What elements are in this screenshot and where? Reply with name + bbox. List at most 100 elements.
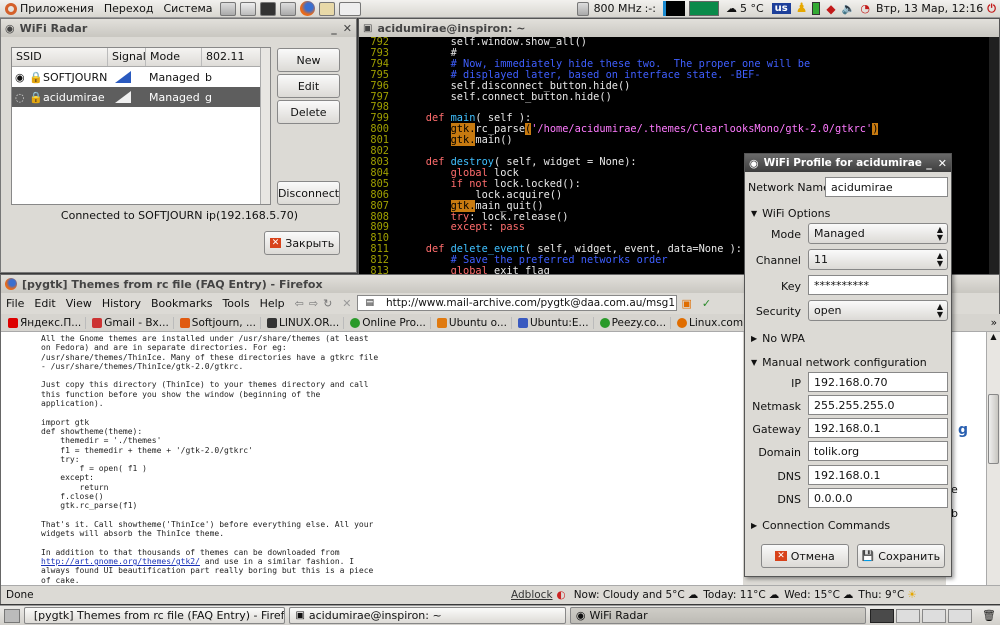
netmask-field[interactable]: 255.255.255.0	[808, 395, 948, 415]
cancel-button[interactable]: ✕ Отмена	[761, 544, 849, 568]
mode-select[interactable]: Managed ▲ ▼	[808, 223, 948, 244]
menu-applications[interactable]: Приложения	[0, 2, 99, 15]
gnome-themes-link[interactable]: http://art.gnome.org/themes/gtk2/	[41, 557, 200, 566]
scroll-thumb[interactable]	[988, 394, 999, 464]
mail-launcher-icon[interactable]	[239, 1, 256, 16]
menu-file[interactable]: File	[1, 297, 29, 310]
page-content[interactable]: All the Gnome themes are installed under…	[1, 332, 743, 585]
system-monitor-graph[interactable]	[662, 1, 685, 16]
volume-icon[interactable]: 🔈	[842, 2, 856, 15]
battery-graph[interactable]	[688, 1, 719, 16]
firefox-launcher-icon[interactable]	[299, 1, 315, 16]
taskbar-terminal[interactable]: ▣ acidumirae@inspiron: ~	[289, 607, 566, 624]
bookmark-item[interactable]: Peezy.co...	[596, 316, 672, 329]
battery-icon[interactable]	[812, 2, 821, 15]
taskbar-firefox[interactable]: [pygtk] Themes from rc file (FAQ Entry) …	[23, 607, 286, 624]
network-row[interactable]: ◉ 🔒 SOFTJOURN Managed b	[12, 67, 270, 87]
adblock-button[interactable]: Adblock	[511, 589, 553, 601]
no-wpa-expander[interactable]: ▶ No WPA	[751, 332, 805, 345]
close-button[interactable]: ✕ Закрыть	[264, 231, 340, 255]
cpu-freq-applet[interactable]: 800 MHz:-:	[570, 1, 661, 16]
dns2-field[interactable]: 0.0.0.0	[808, 488, 948, 508]
monitor-launcher-icon[interactable]	[279, 1, 296, 16]
wifi-options-expander[interactable]: ▼ WiFi Options	[751, 207, 830, 220]
network-row-selected[interactable]: ◌ 🔒 acidumirae Managed g	[12, 87, 270, 107]
weather-applet[interactable]: ☁ 5 °C	[721, 2, 769, 15]
terminal-launcher-icon[interactable]	[259, 1, 276, 16]
bookmark-item[interactable]: Яндекс.П...	[4, 316, 87, 329]
minimize-icon[interactable]: _	[926, 157, 932, 170]
gateway-field[interactable]: 192.168.0.1	[808, 418, 948, 438]
domain-field[interactable]: tolik.org	[808, 441, 948, 461]
bookmark-item[interactable]: LINUX.OR...	[263, 316, 345, 329]
update-notifier-icon[interactable]: ◆	[826, 2, 835, 16]
workspace-1[interactable]	[870, 608, 895, 623]
bookmarks-overflow-icon[interactable]: »	[991, 317, 997, 329]
bookmark-item[interactable]: Gmail - Вх...	[88, 316, 174, 329]
bookmark-item[interactable]: Softjourn, ...	[176, 316, 261, 329]
terminal-titlebar[interactable]: ▣ acidumirae@inspiron: ~	[359, 19, 999, 37]
column-signal[interactable]: Signal	[108, 48, 146, 66]
column-mode[interactable]: Mode	[146, 48, 202, 66]
go-icon[interactable]: ✓	[697, 297, 716, 310]
weather-thu[interactable]: Thu: 9°C	[858, 589, 904, 601]
menu-places[interactable]: Переход	[99, 2, 159, 15]
dns1-field[interactable]: 192.168.0.1	[808, 465, 948, 485]
menu-tools[interactable]: Tools	[217, 297, 254, 310]
workspace-2[interactable]	[896, 608, 921, 623]
manual-config-expander[interactable]: ▼ Manual network configuration	[751, 356, 927, 369]
network-name-field[interactable]: acidumirae	[825, 177, 948, 197]
channel-select[interactable]: 11 ▲ ▼	[808, 249, 948, 270]
terminal-scrollbar[interactable]	[989, 37, 999, 274]
clock[interactable]: Втр, 13 Мар, 12:16	[872, 2, 987, 15]
menu-bookmarks[interactable]: Bookmarks	[146, 297, 217, 310]
menu-edit[interactable]: Edit	[29, 297, 60, 310]
bookmark-item[interactable]: Ubuntu o...	[433, 316, 512, 329]
weather-now[interactable]: Now: Cloudy and 5°C	[574, 589, 685, 601]
network-monitor-icon[interactable]	[338, 1, 361, 16]
column-protocol[interactable]: 802.11	[202, 48, 258, 66]
ip-field[interactable]: 192.168.0.70	[808, 372, 948, 392]
edit-button[interactable]: Edit	[277, 74, 340, 98]
menu-help[interactable]: Help	[255, 297, 290, 310]
stop-icon[interactable]: ✕	[337, 297, 356, 310]
weather-today[interactable]: Today: 11°C	[703, 589, 765, 601]
page-scrollbar[interactable]: ▲	[986, 332, 1000, 585]
forward-icon[interactable]: ⇨	[309, 297, 318, 310]
url-bar[interactable]: ▤ http://www.mail-archive.com/pygtk@daa.…	[356, 295, 677, 311]
text-editor-launcher-icon[interactable]	[219, 1, 236, 16]
key-field[interactable]: **********	[808, 275, 948, 295]
profile-titlebar[interactable]: ◉ WiFi Profile for acidumirae _ ✕	[745, 154, 951, 172]
close-icon[interactable]: ✕	[343, 22, 352, 35]
bookmark-item[interactable]: Online Pro...	[346, 316, 431, 329]
new-button[interactable]: New	[277, 48, 340, 72]
workspace-switcher[interactable]	[870, 608, 973, 623]
network-list[interactable]: SSID Signal Mode 802.11 ◉ 🔒 SOFTJOURN Ma…	[11, 47, 271, 205]
save-button[interactable]: 💾 Сохранить	[857, 544, 945, 568]
security-select[interactable]: open ▲ ▼	[808, 300, 948, 321]
mail-envelope-icon[interactable]	[318, 1, 335, 16]
delete-button[interactable]: Delete	[277, 100, 340, 124]
minimize-icon[interactable]: _	[331, 22, 337, 35]
show-desktop-icon[interactable]	[4, 608, 20, 623]
scroll-up-icon[interactable]: ▲	[987, 332, 1000, 344]
menu-view[interactable]: View	[61, 297, 97, 310]
close-icon[interactable]: ✕	[938, 157, 947, 170]
reload-icon[interactable]: ↻	[318, 297, 337, 310]
rss-icon[interactable]: ▣	[677, 297, 697, 310]
wifi-radar-titlebar[interactable]: ◉ WiFi Radar _ ✕	[1, 19, 356, 37]
taskbar-wifi-radar[interactable]: ◉ WiFi Radar	[569, 607, 867, 624]
keyboard-layout-indicator[interactable]: us	[771, 3, 791, 14]
back-icon[interactable]: ⇦	[290, 297, 309, 310]
workspace-4[interactable]	[948, 608, 973, 623]
weather-wed[interactable]: Wed: 15°C	[784, 589, 840, 601]
list-scrollbar[interactable]	[260, 48, 270, 204]
disconnect-button[interactable]: Disconnect	[277, 181, 340, 205]
connection-commands-expander[interactable]: ▶ Connection Commands	[751, 519, 890, 532]
bookmark-item[interactable]: Ubuntu:E...	[514, 316, 594, 329]
workspace-3[interactable]	[922, 608, 947, 623]
column-ssid[interactable]: SSID	[12, 48, 108, 66]
user-icon[interactable]: ♟	[796, 1, 808, 16]
power-icon[interactable]: ⏻	[987, 2, 996, 16]
adblock-icon[interactable]: ◐	[557, 589, 566, 601]
